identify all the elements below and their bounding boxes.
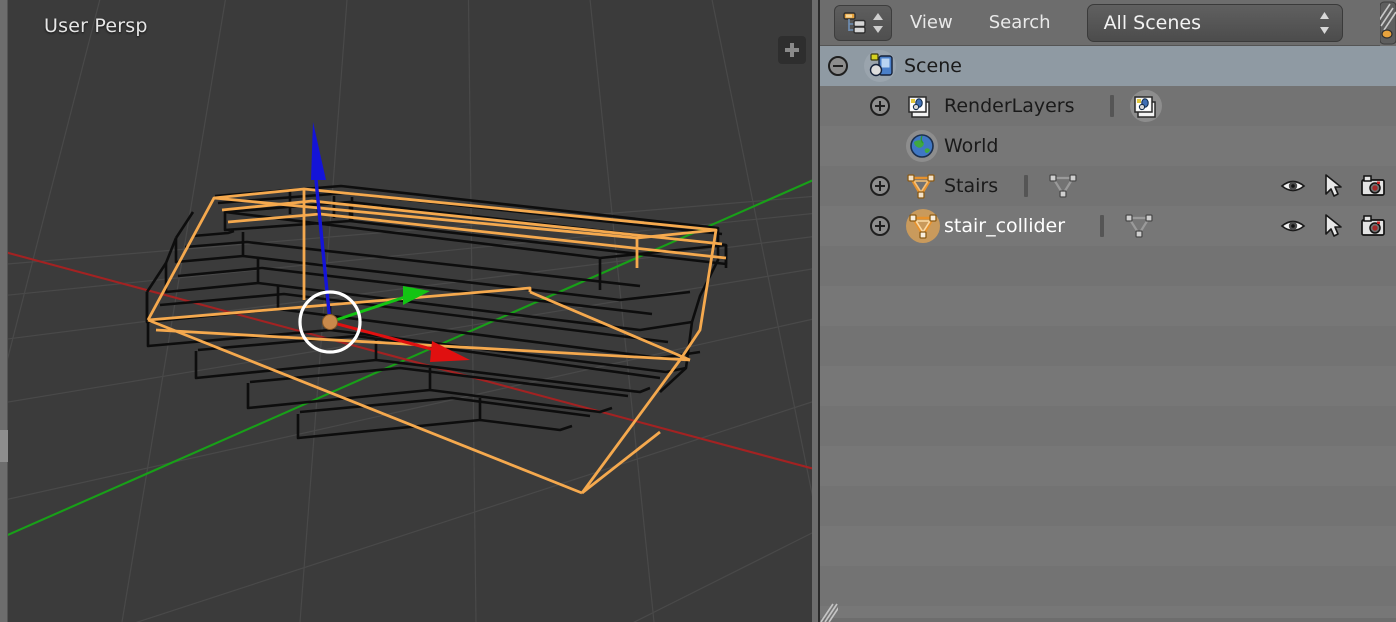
eye-icon[interactable] (1280, 175, 1306, 197)
outliner-empty-row (820, 446, 1396, 486)
cursor-arrow-icon[interactable] (1322, 213, 1344, 239)
outliner-empty-row (820, 566, 1396, 606)
outliner-header: View Search All Scenes (820, 0, 1396, 46)
renderlayers-icon (906, 92, 938, 120)
row-label: World (944, 137, 998, 156)
blender-window: User Persp (0, 0, 1396, 622)
updown-arrows-icon (1317, 8, 1332, 38)
cursor-arrow-icon[interactable] (1322, 173, 1344, 199)
outliner-tree[interactable]: Scene RenderLayers (820, 46, 1396, 622)
outliner-row-stair-collider[interactable]: stair_collider (820, 206, 1396, 246)
toolshelf-toggle-button[interactable] (778, 36, 806, 64)
expander-expand-icon[interactable] (870, 176, 890, 196)
outliner-row-stairs[interactable]: Stairs (820, 166, 1396, 206)
row-label: Scene (904, 57, 962, 76)
row-label: stair_collider (944, 217, 1065, 236)
row-separator-pipe (1100, 215, 1104, 237)
display-mode-label: All Scenes (1104, 12, 1201, 34)
row-separator-pipe (1024, 175, 1028, 197)
editor-type-button[interactable] (834, 5, 892, 41)
world-icon (908, 132, 936, 160)
outliner-bottom-edge (820, 618, 1396, 622)
plus-icon (785, 43, 799, 57)
menu-view[interactable]: View (892, 12, 971, 33)
outliner-editor[interactable]: View Search All Scenes (820, 0, 1396, 622)
mesh-data-icon[interactable] (1124, 213, 1156, 239)
camera-icon[interactable] (1360, 174, 1386, 198)
mesh-object-icon (906, 172, 936, 200)
outliner-row-renderlayers[interactable]: RenderLayers (820, 86, 1396, 126)
outliner-row-scene[interactable]: Scene (820, 46, 1396, 86)
display-mode-dropdown[interactable]: All Scenes (1087, 4, 1343, 42)
mesh-data-icon[interactable] (1048, 173, 1080, 199)
header-overflow-edge (1380, 0, 1396, 46)
menu-search[interactable]: Search (971, 12, 1069, 33)
row-label: Stairs (944, 177, 998, 196)
updown-arrows-icon (871, 10, 885, 36)
outliner-empty-row (820, 526, 1396, 566)
scene-icon (866, 52, 896, 80)
viewport-left-scrollbar[interactable] (0, 0, 8, 622)
expander-expand-icon[interactable] (870, 96, 890, 116)
row-separator-pipe (1110, 95, 1114, 117)
scrollbar-thumb[interactable] (0, 430, 8, 462)
partial-editor-icon (1380, 0, 1396, 46)
outliner-empty-row (820, 246, 1396, 286)
renderlayers-icon[interactable] (1132, 92, 1164, 120)
outliner-empty-row (820, 286, 1396, 326)
outliner-empty-row (820, 486, 1396, 526)
mesh-object-icon (908, 212, 938, 240)
resize-grip-icon[interactable] (820, 600, 838, 622)
3d-viewport[interactable]: User Persp (0, 0, 818, 622)
eye-icon[interactable] (1280, 215, 1306, 237)
transform-manipulator[interactable] (0, 0, 818, 622)
expander-expand-icon[interactable] (870, 216, 890, 236)
outliner-empty-row (820, 366, 1396, 406)
outliner-row-world[interactable]: World (820, 126, 1396, 166)
outliner-editor-icon (842, 11, 868, 35)
viewport-right-edge (812, 0, 818, 622)
outliner-empty-row (820, 406, 1396, 446)
row-label: RenderLayers (944, 97, 1075, 116)
expander-collapse-icon[interactable] (828, 56, 848, 76)
outliner-empty-row (820, 326, 1396, 366)
camera-icon[interactable] (1360, 214, 1386, 238)
